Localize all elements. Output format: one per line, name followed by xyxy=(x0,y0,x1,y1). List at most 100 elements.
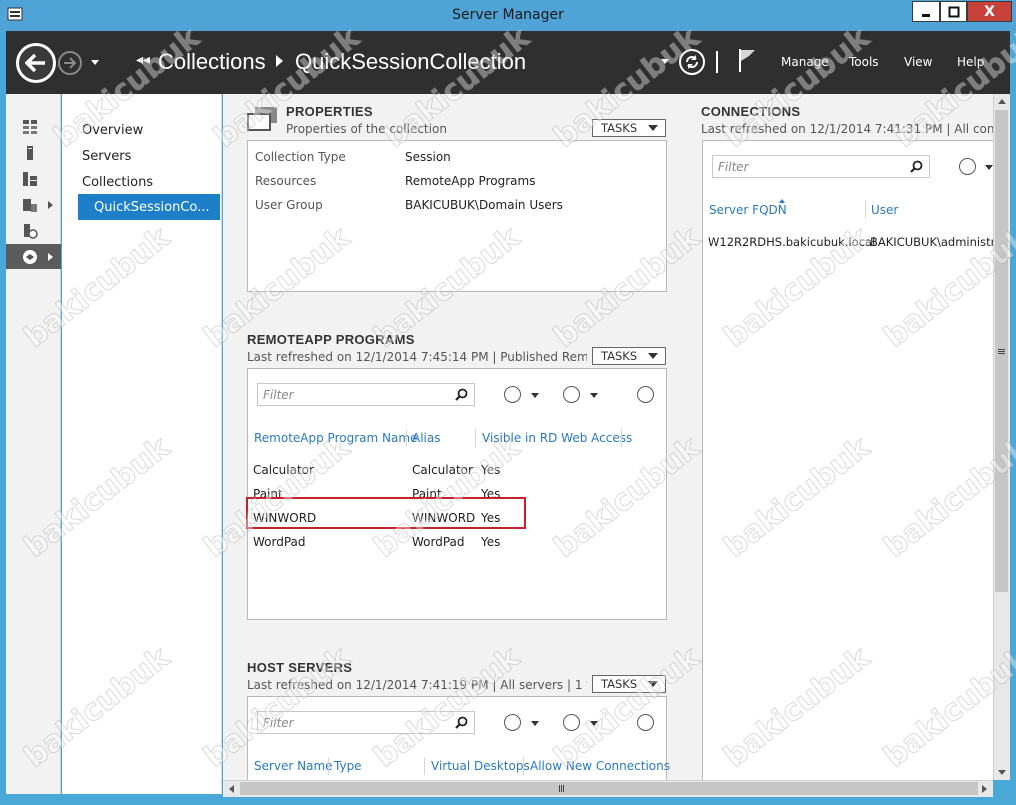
properties-panel: Collection Type Session Resources Remote… xyxy=(247,140,667,292)
column-header-program-name[interactable]: RemoteApp Program Name xyxy=(254,431,417,445)
filter-placeholder: Filter xyxy=(263,387,294,402)
connections-filter-input[interactable]: Filter xyxy=(712,155,930,178)
file-storage-icon xyxy=(23,198,37,212)
refresh-icon xyxy=(686,55,698,69)
history-dropdown-icon[interactable] xyxy=(90,57,100,67)
remote-desktop-services-icon xyxy=(23,249,37,264)
dashboard-icon xyxy=(23,119,37,134)
refresh-button[interactable] xyxy=(679,49,705,75)
rail-all-servers[interactable] xyxy=(6,166,61,191)
column-header-server-name[interactable]: Server Name xyxy=(254,759,333,773)
host-servers-filter-input[interactable]: Filter xyxy=(257,711,475,734)
list-options-icon[interactable] xyxy=(959,158,976,175)
dropdown-arrow-icon xyxy=(648,681,658,687)
remoteapp-filter-input[interactable]: Filter xyxy=(257,383,475,406)
properties-subtitle: Properties of the collection xyxy=(286,122,447,136)
cell-user: BAKICUBUK\administra xyxy=(870,235,994,249)
scroll-grip-line xyxy=(561,785,562,792)
horizontal-scroll-thumb[interactable] xyxy=(240,782,978,795)
properties-icon xyxy=(247,107,277,131)
nav-overview[interactable]: Overview xyxy=(82,123,143,138)
tasks-label: TASKS xyxy=(601,677,638,691)
column-separator[interactable] xyxy=(865,201,866,219)
nav-servers[interactable]: Servers xyxy=(82,149,131,164)
column-separator[interactable] xyxy=(475,429,476,447)
column-header-alias[interactable]: Alias xyxy=(412,431,440,445)
search-icon[interactable] xyxy=(455,716,468,729)
cell-visible: Yes xyxy=(481,535,501,549)
forward-button[interactable] xyxy=(58,51,82,75)
close-button[interactable]: X xyxy=(967,1,1012,22)
column-header-user[interactable]: User xyxy=(871,203,898,217)
scroll-right-arrow-icon[interactable] xyxy=(982,785,987,793)
remoteapp-tasks-button[interactable]: TASKS xyxy=(592,347,666,365)
breadcrumb-collections[interactable]: Collections xyxy=(158,49,266,75)
column-separator[interactable] xyxy=(328,757,329,775)
cell-alias: WordPad xyxy=(412,535,465,549)
tasks-label: TASKS xyxy=(601,121,638,135)
header-bar: ◂◂ Collections QuickSessionCollection Ma… xyxy=(6,31,1010,94)
column-header-server-fqdn[interactable]: Server FQDN xyxy=(709,203,787,217)
dropdown-arrow-icon[interactable] xyxy=(985,165,993,170)
column-header-type[interactable]: Type xyxy=(334,759,362,773)
menu-help[interactable]: Help xyxy=(957,55,984,69)
minimize-button[interactable] xyxy=(912,1,940,22)
breadcrumb-dropdown-icon[interactable] xyxy=(661,59,669,64)
nav-collections[interactable]: Collections xyxy=(82,175,153,190)
column-separator[interactable] xyxy=(424,757,425,775)
table-row[interactable]: W12R2RDHS.bakicubuk.local BAKICUBUK\admi… xyxy=(708,235,994,255)
menu-tools[interactable]: Tools xyxy=(849,55,879,69)
search-icon[interactable] xyxy=(910,160,923,173)
save-query-icon[interactable] xyxy=(563,714,580,731)
connections-panel: Filter Server FQDN User W12R2RDHS.bakicu… xyxy=(702,140,994,780)
rail-local-server[interactable] xyxy=(6,140,61,165)
save-query-icon[interactable] xyxy=(563,386,580,403)
expand-collapse-icon[interactable] xyxy=(637,714,654,731)
list-options-icon[interactable] xyxy=(504,714,521,731)
properties-tasks-button[interactable]: TASKS xyxy=(592,119,666,137)
column-separator[interactable] xyxy=(621,429,622,447)
column-header-allow-new-connections[interactable]: Allow New Connections xyxy=(530,759,670,773)
search-icon[interactable] xyxy=(455,388,468,401)
scroll-left-arrow-icon[interactable] xyxy=(229,785,234,793)
expand-collapse-icon[interactable] xyxy=(637,386,654,403)
rail-file-storage[interactable] xyxy=(6,192,61,217)
dropdown-arrow-icon[interactable] xyxy=(531,721,539,726)
column-header-visible-in-rd-web[interactable]: Visible in RD Web Access xyxy=(482,431,632,445)
host-servers-tasks-button[interactable]: TASKS xyxy=(592,675,666,693)
navigation-pane: Overview Servers Collections QuickSessio… xyxy=(62,94,222,794)
breadcrumb-current[interactable]: QuickSessionCollection xyxy=(295,49,526,75)
table-row[interactable]: Calculator Calculator Yes xyxy=(253,463,663,483)
rail-dashboard[interactable] xyxy=(6,114,61,139)
column-header-virtual-desktops[interactable]: Virtual Desktops xyxy=(431,759,530,773)
iis-icon xyxy=(24,223,38,239)
dropdown-arrow-icon[interactable] xyxy=(590,721,598,726)
column-separator[interactable] xyxy=(523,757,524,775)
menu-view[interactable]: View xyxy=(904,55,932,69)
maximize-button[interactable] xyxy=(940,1,967,22)
cell-program-name: Calculator xyxy=(253,463,314,477)
notifications-flag-icon[interactable] xyxy=(737,47,757,73)
all-servers-icon xyxy=(23,171,37,186)
tasks-label: TASKS xyxy=(601,349,638,363)
property-value: BAKICUBUK\Domain Users xyxy=(405,198,563,212)
scroll-up-arrow-icon[interactable] xyxy=(998,99,1006,104)
rail-remote-desktop-services[interactable] xyxy=(6,244,61,269)
connections-title: CONNECTIONS xyxy=(701,104,801,119)
scroll-down-arrow-icon[interactable] xyxy=(998,770,1006,775)
table-row[interactable]: WordPad WordPad Yes xyxy=(253,535,663,555)
cell-server-fqdn: W12R2RDHS.bakicubuk.local xyxy=(708,235,876,249)
property-key: Collection Type xyxy=(255,150,346,164)
properties-title: PROPERTIES xyxy=(286,104,373,119)
dropdown-arrow-icon[interactable] xyxy=(590,393,598,398)
rail-iis[interactable] xyxy=(6,218,61,243)
column-separator[interactable] xyxy=(406,429,407,447)
local-server-icon xyxy=(27,145,33,160)
nav-selected-collection-label: QuickSessionCo... xyxy=(94,200,210,215)
back-button[interactable] xyxy=(16,43,56,83)
menu-manage[interactable]: Manage xyxy=(781,55,829,69)
filter-placeholder: Filter xyxy=(263,715,294,730)
arrow-right-icon xyxy=(64,57,77,69)
list-options-icon[interactable] xyxy=(504,386,521,403)
dropdown-arrow-icon[interactable] xyxy=(531,393,539,398)
